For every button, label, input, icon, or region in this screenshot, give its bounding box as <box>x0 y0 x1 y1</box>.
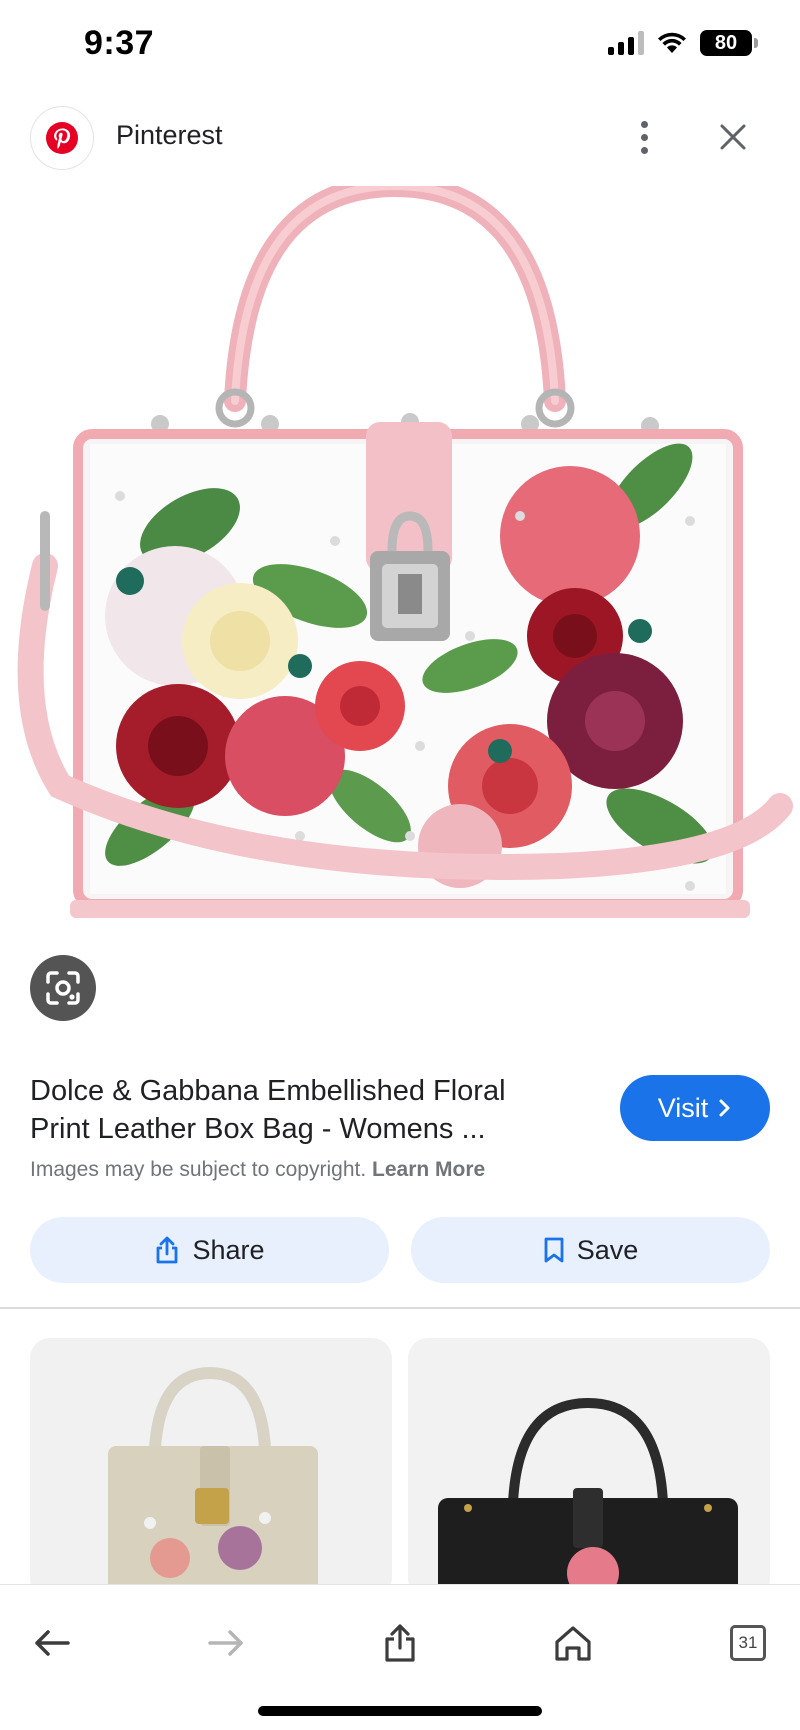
related-result-card[interactable] <box>408 1338 770 1598</box>
chevron-right-icon <box>719 1099 730 1117</box>
share-button[interactable]: Share <box>30 1217 389 1283</box>
visit-button-label: Visit <box>657 1092 709 1123</box>
related-result-card[interactable] <box>30 1338 392 1598</box>
result-title-line-2: Print Leather Box Bag - Womens ... <box>30 1113 486 1145</box>
home-indicator <box>258 1706 542 1716</box>
tabs-icon[interactable]: 31 <box>718 1613 778 1673</box>
more-options-icon[interactable] <box>624 114 664 160</box>
home-icon[interactable] <box>543 1613 603 1673</box>
result-title[interactable]: Dolce & Gabbana Embellished Floral Print… <box>30 1072 570 1148</box>
bookmark-icon <box>544 1237 564 1263</box>
visit-button[interactable]: Visit <box>620 1075 770 1141</box>
share-icon <box>157 1236 178 1264</box>
status-bar: 9:37 80 <box>0 0 800 90</box>
learn-more-link[interactable]: Learn More <box>372 1158 485 1181</box>
copyright-notice: Images may be subject to copyright. Lear… <box>30 1158 485 1182</box>
wifi-icon <box>658 32 686 53</box>
result-title-line-1: Dolce & Gabbana Embellished Floral <box>30 1075 506 1107</box>
share-icon[interactable] <box>370 1613 430 1673</box>
source-name[interactable]: Pinterest <box>116 120 223 151</box>
google-lens-icon[interactable] <box>30 955 96 1021</box>
floral-box-bag-image <box>17 186 793 918</box>
source-header: Pinterest <box>0 100 800 174</box>
battery-icon: 80 <box>700 30 758 56</box>
forward-arrow-icon[interactable] <box>196 1613 256 1673</box>
copyright-text: Images may be subject to copyright. <box>30 1158 367 1181</box>
close-icon[interactable] <box>710 114 756 160</box>
related-bag-image <box>438 1397 738 1598</box>
related-bag-image <box>108 1366 318 1598</box>
status-time: 9:37 <box>84 24 155 62</box>
signal-icon <box>608 31 644 55</box>
save-button[interactable]: Save <box>411 1217 770 1283</box>
tab-count: 31 <box>730 1625 766 1661</box>
divider <box>0 1307 800 1309</box>
pinterest-logo-icon[interactable] <box>30 106 94 170</box>
main-product-image[interactable] <box>0 186 800 1046</box>
back-arrow-icon[interactable] <box>22 1613 82 1673</box>
save-button-label: Save <box>576 1234 639 1265</box>
status-icons: 80 <box>608 30 758 56</box>
share-button-label: Share <box>192 1234 265 1265</box>
